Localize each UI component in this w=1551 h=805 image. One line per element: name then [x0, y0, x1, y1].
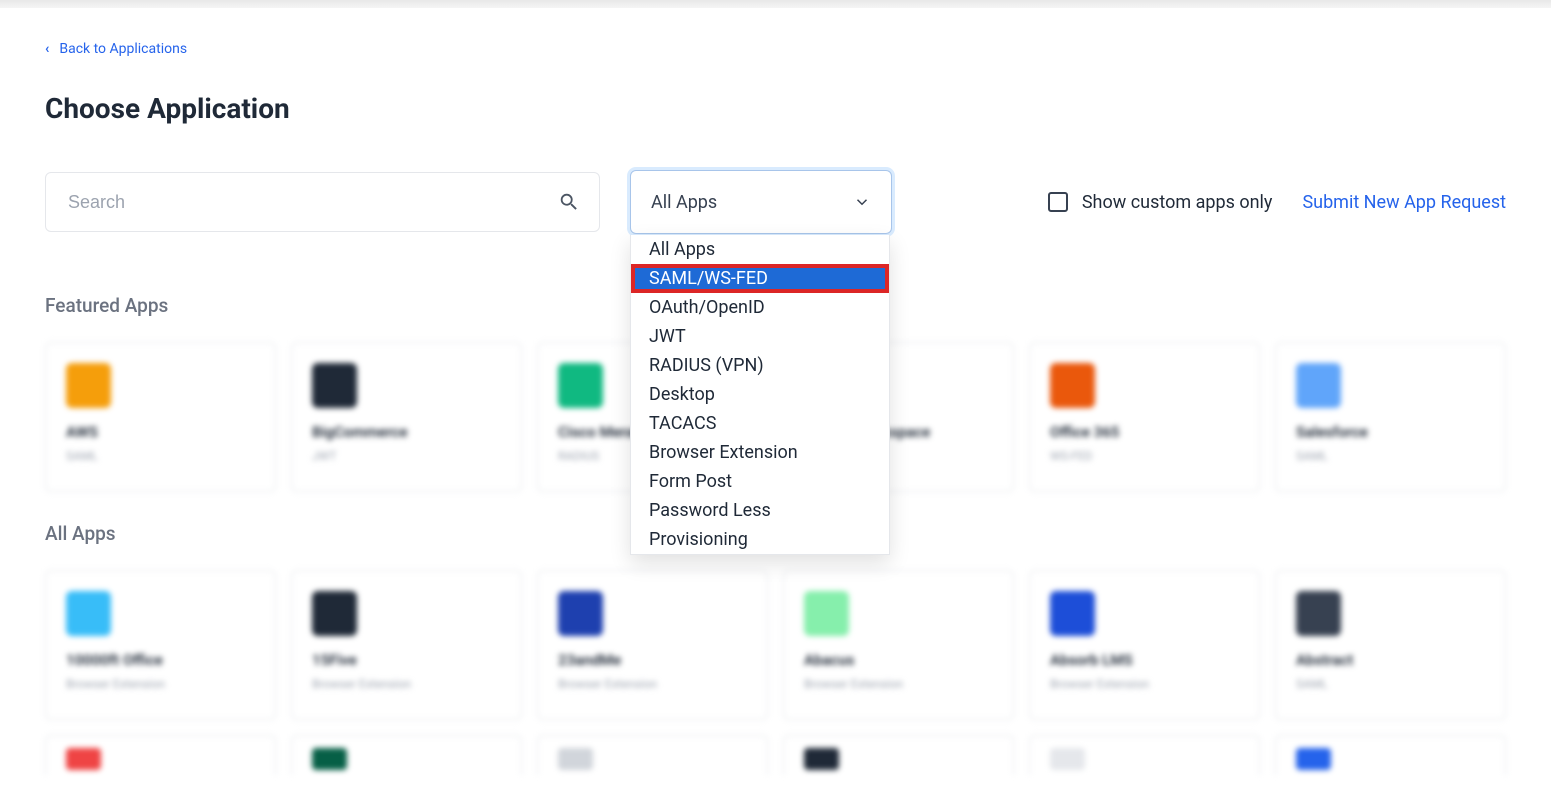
- app-name: 15Five: [312, 651, 501, 669]
- main-container: ‹ Back to Applications Choose Applicatio…: [0, 8, 1551, 805]
- back-link-label: Back to Applications: [59, 41, 187, 57]
- app-card[interactable]: [783, 735, 1014, 775]
- app-name: Abacus: [804, 651, 993, 669]
- app-type: Browser Extension: [66, 677, 255, 691]
- app-type: Browser Extension: [804, 677, 993, 691]
- app-type: SAML: [1296, 449, 1485, 463]
- app-name: Absorb LMS: [1050, 651, 1239, 669]
- app-card[interactable]: Office 365 WS-FED: [1029, 342, 1260, 492]
- filter-option[interactable]: OAuth/OpenID: [631, 293, 889, 322]
- app-icon: [66, 591, 111, 636]
- app-icon: [804, 591, 849, 636]
- app-card[interactable]: [1275, 735, 1506, 775]
- all-apps-grid: 10000ft Office Browser Extension 15Five Bro…: [45, 570, 1506, 720]
- checkbox-box: [1048, 192, 1068, 212]
- top-bar: [0, 0, 1551, 8]
- app-card[interactable]: [45, 735, 276, 775]
- app-icon: [1050, 748, 1085, 770]
- app-type: JWT: [312, 449, 501, 463]
- app-icon: [1050, 363, 1095, 408]
- app-type: WS-FED: [1050, 449, 1239, 463]
- filter-dropdown-trigger[interactable]: All Apps: [630, 170, 892, 234]
- page-title: Choose Application: [45, 92, 1506, 125]
- filter-option[interactable]: Provisioning: [631, 525, 889, 554]
- search-icon[interactable]: [558, 191, 580, 213]
- partial-apps-row: [45, 735, 1506, 775]
- app-name: Salesforce: [1296, 423, 1485, 441]
- app-card[interactable]: 15Five Browser Extension: [291, 570, 522, 720]
- right-controls: Show custom apps only Submit New App Req…: [1048, 192, 1506, 213]
- filter-dropdown: All Apps All AppsSAML/WS-FEDOAuth/OpenID…: [630, 170, 892, 234]
- app-type: Browser Extension: [1050, 677, 1239, 691]
- chevron-down-icon: [853, 193, 871, 211]
- filter-option[interactable]: Form Post: [631, 467, 889, 496]
- app-card[interactable]: [537, 735, 768, 775]
- app-card[interactable]: Absorb LMS Browser Extension: [1029, 570, 1260, 720]
- filter-option[interactable]: TACACS: [631, 409, 889, 438]
- show-custom-apps-checkbox[interactable]: Show custom apps only: [1048, 192, 1273, 213]
- filter-option[interactable]: RADIUS (VPN): [631, 351, 889, 380]
- app-card[interactable]: BigCommerce JWT: [291, 342, 522, 492]
- search-input[interactable]: [45, 172, 600, 232]
- search-wrap: [45, 172, 600, 232]
- app-icon: [558, 748, 593, 770]
- app-name: BigCommerce: [312, 423, 501, 441]
- filter-selected-label: All Apps: [651, 192, 717, 213]
- app-card[interactable]: 23andMe Browser Extension: [537, 570, 768, 720]
- app-icon: [1296, 591, 1341, 636]
- app-name: Abstract: [1296, 651, 1485, 669]
- app-icon: [312, 748, 347, 770]
- filter-option[interactable]: Browser Extension: [631, 438, 889, 467]
- app-icon: [312, 591, 357, 636]
- filter-option[interactable]: JWT: [631, 322, 889, 351]
- app-type: Browser Extension: [312, 677, 501, 691]
- submit-new-app-link[interactable]: Submit New App Request: [1302, 192, 1506, 213]
- app-card[interactable]: [291, 735, 522, 775]
- app-name: 10000ft Office: [66, 651, 255, 669]
- app-card[interactable]: Abacus Browser Extension: [783, 570, 1014, 720]
- app-card[interactable]: Abstract SAML: [1275, 570, 1506, 720]
- filter-option[interactable]: SAML/WS-FED: [631, 264, 889, 293]
- app-icon: [558, 363, 603, 408]
- filter-option[interactable]: Password Less: [631, 496, 889, 525]
- filter-option[interactable]: All Apps: [631, 235, 889, 264]
- app-name: Office 365: [1050, 423, 1239, 441]
- app-icon: [1296, 748, 1331, 770]
- chevron-left-icon: ‹: [45, 41, 49, 57]
- app-type: Browser Extension: [558, 677, 747, 691]
- app-type: SAML: [66, 449, 255, 463]
- app-icon: [66, 363, 111, 408]
- app-card[interactable]: [1029, 735, 1260, 775]
- app-card[interactable]: Salesforce SAML: [1275, 342, 1506, 492]
- app-icon: [1296, 363, 1341, 408]
- app-card[interactable]: 10000ft Office Browser Extension: [45, 570, 276, 720]
- app-icon: [66, 748, 101, 770]
- app-icon: [804, 748, 839, 770]
- back-to-applications-link[interactable]: ‹ Back to Applications: [45, 41, 187, 57]
- app-icon: [558, 591, 603, 636]
- app-card[interactable]: AWS SAML: [45, 342, 276, 492]
- controls-row: All Apps All AppsSAML/WS-FEDOAuth/OpenID…: [45, 170, 1506, 234]
- app-icon: [312, 363, 357, 408]
- filter-option[interactable]: Desktop: [631, 380, 889, 409]
- app-name: AWS: [66, 423, 255, 441]
- app-type: SAML: [1296, 677, 1485, 691]
- app-name: 23andMe: [558, 651, 747, 669]
- app-icon: [1050, 591, 1095, 636]
- checkbox-label: Show custom apps only: [1082, 192, 1273, 213]
- filter-dropdown-menu: All AppsSAML/WS-FEDOAuth/OpenIDJWTRADIUS…: [630, 235, 890, 555]
